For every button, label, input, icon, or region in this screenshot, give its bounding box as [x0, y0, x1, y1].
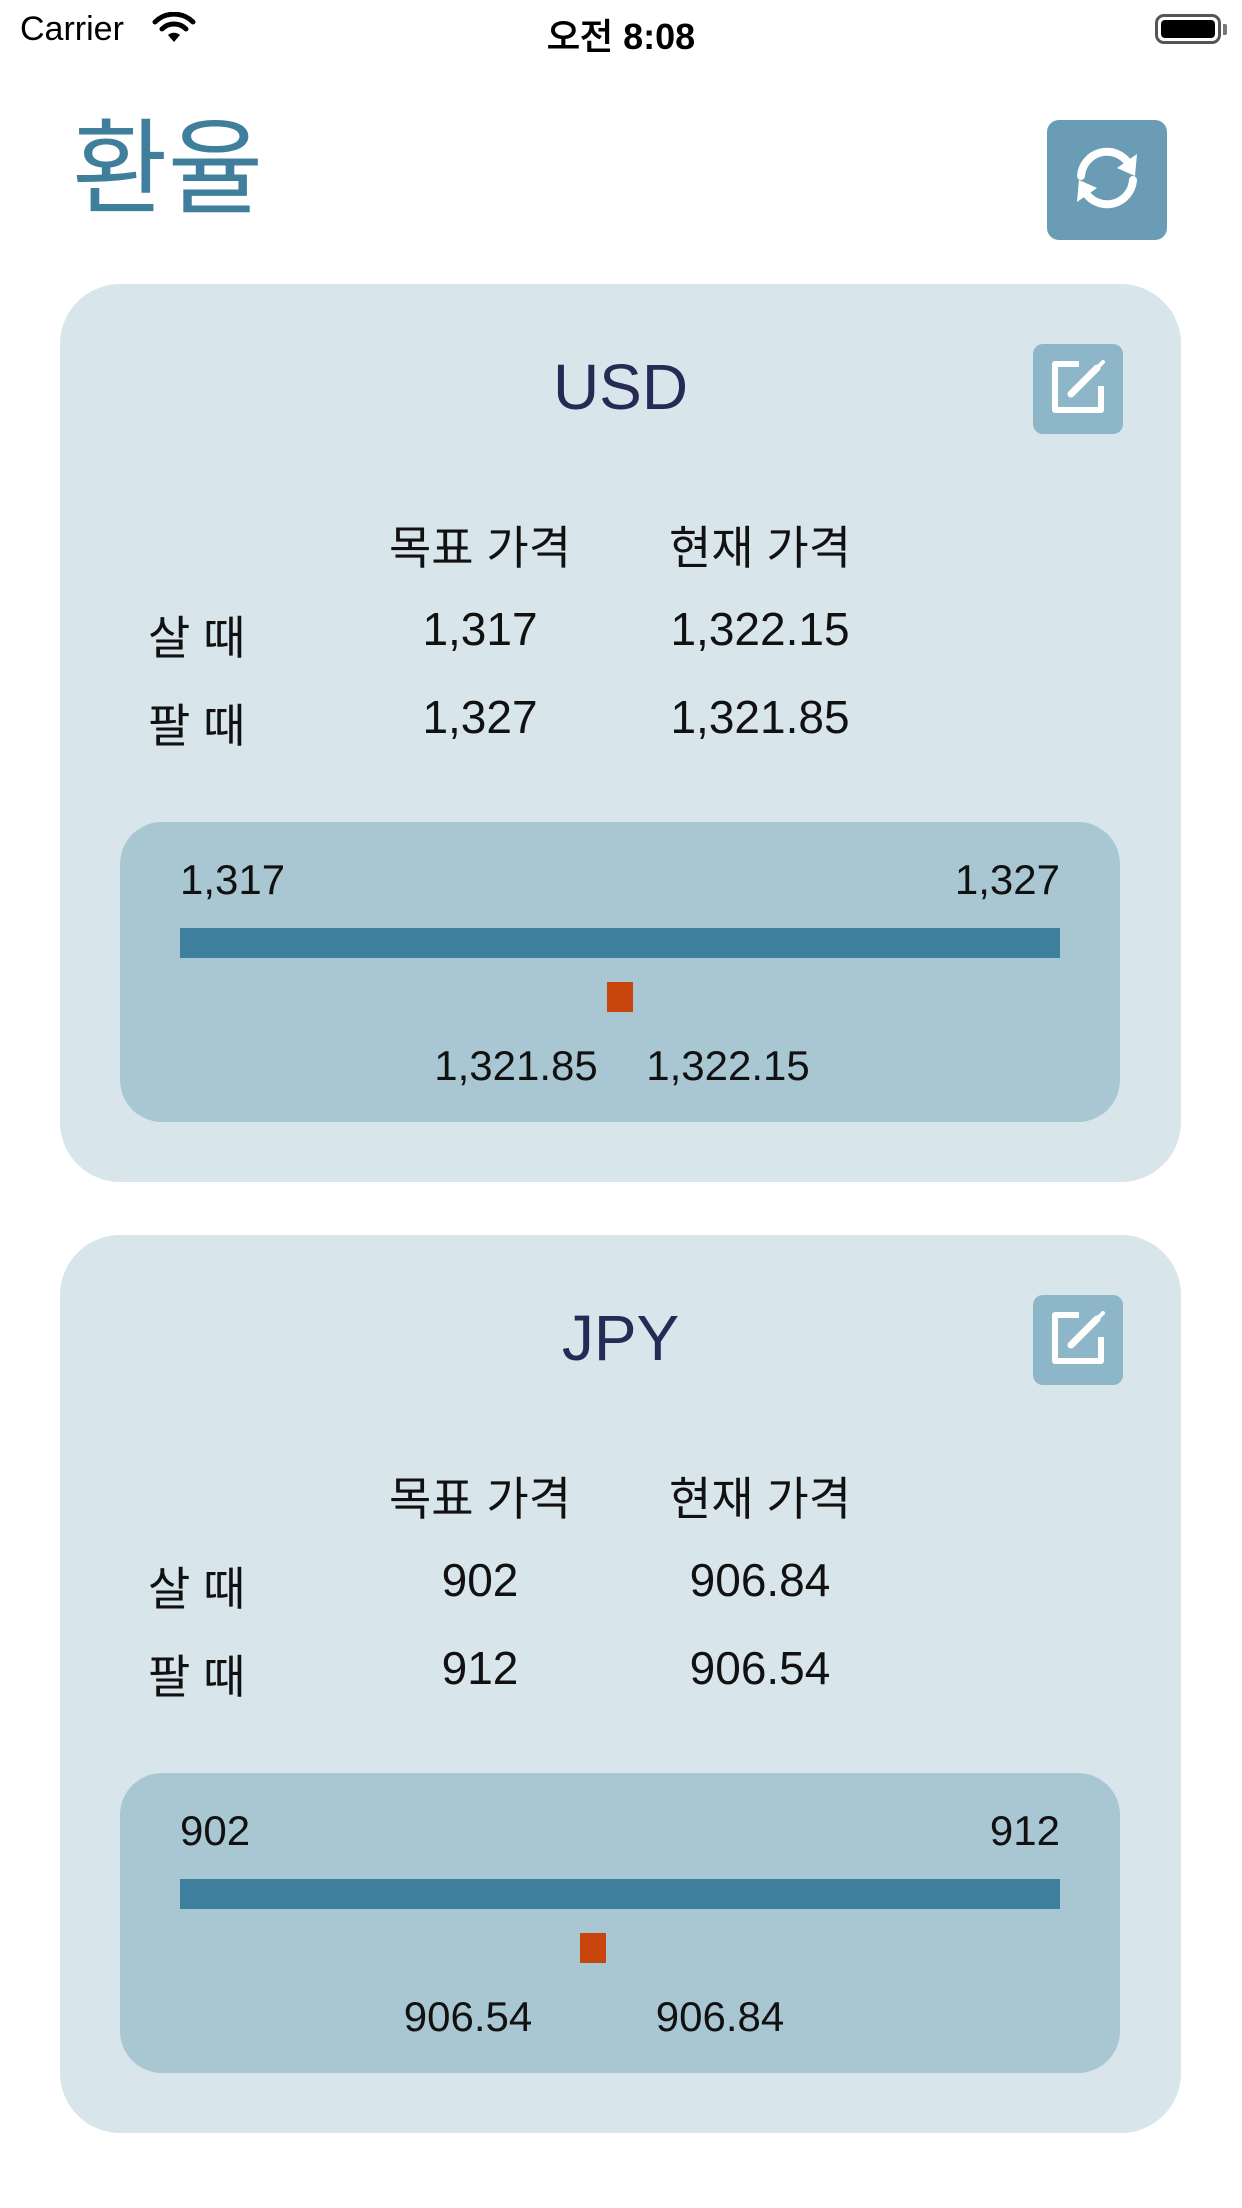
currency-title: JPY — [561, 1302, 680, 1374]
range-panel: 902 912 906.54 906.84 — [120, 1773, 1120, 2073]
page-title: 환율 — [72, 112, 264, 228]
currency-title: USD — [552, 351, 689, 423]
sell-current-value: 906.54 — [689, 1642, 831, 1694]
buy-target-value: 1,317 — [422, 603, 538, 655]
currency-card-jpy: JPY 목표 가격 현재 가격 살 때 902 906.84 팔 때 912 9… — [60, 1235, 1181, 2133]
sell-label: 팔 때 — [148, 700, 246, 752]
marker-label-buy: 906.84 — [655, 1993, 785, 2040]
refresh-button[interactable] — [1047, 120, 1167, 240]
currency-card-usd: USD 목표 가격 현재 가격 살 때 1,317 1,322.15 팔 때 1… — [60, 284, 1181, 1182]
clock: 오전 8:08 — [546, 16, 696, 57]
marker-label-buy: 1,322.15 — [646, 1042, 810, 1089]
sell-label: 팔 때 — [148, 1651, 246, 1703]
range-min-label: 1,317 — [180, 856, 286, 903]
header-current-price: 현재 가격 — [668, 1473, 852, 1525]
range-max-label: 1,327 — [954, 856, 1060, 903]
header-target-price: 목표 가격 — [388, 522, 572, 574]
buy-current-value: 1,322.15 — [670, 603, 850, 655]
range-max-label: 912 — [989, 1807, 1060, 1854]
range-min-label: 902 — [180, 1807, 251, 1854]
edit-icon — [1045, 1305, 1111, 1376]
marker-label-sell: 1,321.85 — [434, 1042, 598, 1089]
edit-icon — [1045, 354, 1111, 425]
buy-current-value: 906.84 — [689, 1554, 831, 1606]
header-current-price: 현재 가격 — [668, 522, 852, 574]
current-rate-marker — [607, 982, 633, 1012]
battery-icon — [1155, 14, 1221, 44]
range-track — [180, 928, 1060, 958]
edit-button[interactable] — [1033, 1295, 1123, 1385]
range-panel: 1,317 1,327 1,321.85 1,322.15 — [120, 822, 1120, 1122]
header-target-price: 목표 가격 — [388, 1473, 572, 1525]
status-bar: Carrier 오전 8:08 — [0, 0, 1242, 60]
marker-label-sell: 906.54 — [403, 1993, 533, 2040]
range-track — [180, 1879, 1060, 1909]
current-rate-marker — [579, 1933, 606, 1963]
buy-target-value: 902 — [441, 1554, 519, 1606]
sell-target-value: 1,327 — [422, 691, 538, 743]
battery-tip — [1223, 24, 1227, 35]
refresh-icon — [1065, 136, 1149, 225]
buy-label: 살 때 — [148, 612, 246, 664]
sell-target-value: 912 — [441, 1642, 519, 1694]
edit-button[interactable] — [1033, 344, 1123, 434]
buy-label: 살 때 — [148, 1563, 246, 1615]
sell-current-value: 1,321.85 — [670, 691, 850, 743]
